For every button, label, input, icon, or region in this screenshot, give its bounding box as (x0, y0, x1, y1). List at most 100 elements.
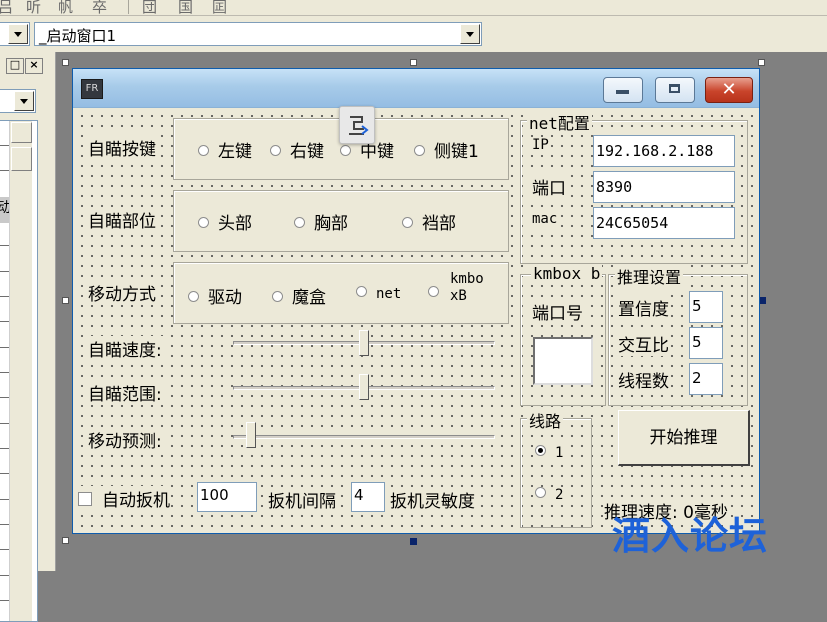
ip-input[interactable]: 192.168.2.188 (593, 135, 735, 167)
aim-key-label: 自瞄按键 (87, 135, 157, 160)
resize-handle[interactable] (410, 538, 417, 545)
radio-circle (356, 286, 367, 297)
close-icon[interactable]: × (25, 58, 43, 74)
property-scrollbar[interactable] (9, 121, 32, 621)
ip-label: IP (531, 137, 550, 153)
radio-circle (294, 217, 305, 228)
move-predict-track (233, 435, 495, 439)
minimize-button[interactable] (603, 77, 643, 103)
object-type-combo[interactable] (0, 22, 30, 46)
confidence-label: 置信度 (617, 295, 670, 320)
selected-property[interactable]: 动 (0, 197, 9, 223)
list-divider (0, 321, 9, 322)
close-button[interactable]: ✕ (705, 77, 753, 103)
list-divider (0, 347, 9, 348)
radio-kmbox-label-line2: xB (450, 288, 467, 304)
radio-chest[interactable]: 胸部 (294, 209, 348, 234)
iou-input[interactable]: 5 (689, 327, 723, 359)
radio-circle (428, 286, 439, 297)
property-combo[interactable] (0, 89, 36, 113)
net-config-title: net配置 (527, 110, 592, 134)
toolbar-item[interactable]: 団 (142, 0, 157, 15)
radio-head-label: 头部 (218, 214, 252, 234)
threads-input[interactable]: 2 (689, 363, 723, 395)
aim-range-slider[interactable] (359, 374, 369, 400)
radio-circle (272, 291, 283, 302)
list-divider (0, 245, 9, 246)
toolbar-item[interactable]: 听 (26, 0, 41, 15)
radio-driver[interactable]: 驱动 (188, 283, 242, 308)
port-input[interactable]: 8390 (593, 171, 735, 203)
toolbar-item[interactable]: 帆 (58, 0, 73, 15)
property-list[interactable]: 动 (0, 120, 38, 622)
radio-kmbox[interactable] (428, 283, 448, 303)
trigger-delay-input[interactable]: 100 (197, 482, 257, 512)
chevron-down-icon[interactable] (8, 24, 28, 44)
radio-side-key-label: 侧键1 (434, 142, 479, 162)
radio-route-2-label: 2 (555, 487, 564, 503)
list-divider (0, 448, 9, 449)
list-divider (0, 600, 9, 601)
property-panel: □ × 动 (0, 52, 56, 622)
resize-handle[interactable] (759, 297, 766, 304)
window-titlebar[interactable]: FR ✕ (73, 69, 759, 108)
resize-handle[interactable] (62, 59, 69, 66)
confidence-input[interactable]: 5 (689, 291, 723, 323)
kmbox-port-label: 端口号 (531, 299, 584, 324)
radio-circle (188, 291, 199, 302)
toolbar-item[interactable]: 吕 (0, 0, 13, 15)
start-inference-button[interactable]: 开始推理 (618, 410, 750, 466)
radio-circle (270, 145, 281, 156)
toolbar-item[interactable]: 卒 (92, 0, 107, 15)
list-divider (0, 296, 9, 297)
list-divider (0, 423, 9, 424)
radio-kmbox-label: kmbo xB (450, 271, 484, 305)
resize-handle[interactable] (758, 59, 765, 66)
floating-tool-button[interactable] (339, 106, 375, 144)
list-divider (0, 575, 9, 576)
auto-trigger-label: 自动扳机 (102, 491, 170, 511)
toolbar-item[interactable]: 国 (178, 0, 193, 15)
maximize-button[interactable] (655, 77, 695, 103)
radio-right-key[interactable]: 右键 (270, 137, 324, 162)
list-divider (0, 271, 9, 272)
mac-input[interactable]: 24C65054 (593, 207, 735, 239)
auto-trigger-checkbox[interactable]: 自动扳机 (77, 486, 171, 511)
net-config-group: net配置 IP 192.168.2.188 端口 8390 mac 24C65… (520, 110, 748, 264)
list-divider (0, 549, 9, 550)
radio-route-1[interactable]: 1 (535, 445, 564, 461)
chevron-down-icon[interactable] (460, 24, 480, 44)
toolbar-item[interactable]: 囸 (212, 0, 227, 15)
ide-toolbar: 吕 听 帆 卒 団 国 囸 (0, 0, 827, 16)
move-predict-slider[interactable] (245, 422, 256, 448)
chevron-up-icon[interactable] (11, 122, 32, 143)
radio-route-1-label: 1 (555, 445, 564, 461)
trigger-interval-input[interactable]: 4 (351, 482, 385, 512)
resize-handle[interactable] (62, 537, 69, 544)
radio-net[interactable]: net (356, 283, 402, 303)
form-selector-value: _启动窗口1 (39, 27, 117, 45)
pin-icon[interactable]: □ (6, 58, 24, 74)
radio-left-key[interactable]: 左键 (198, 137, 252, 162)
route-title: 线路 (527, 408, 564, 432)
scroll-thumb[interactable] (11, 147, 32, 171)
radio-circle (402, 217, 413, 228)
port-label: 端口 (531, 174, 567, 199)
radio-head[interactable]: 头部 (198, 209, 252, 234)
radio-crotch[interactable]: 裆部 (402, 209, 456, 234)
aim-speed-slider[interactable] (359, 330, 369, 356)
radio-route-2[interactable]: 2 (535, 487, 564, 503)
iou-label: 交互比 (617, 331, 670, 356)
mac-label: mac (531, 211, 559, 227)
form-selector-combo[interactable]: _启动窗口1 (34, 22, 482, 46)
radio-side-key[interactable]: 侧键1 (414, 137, 479, 162)
chevron-down-icon[interactable] (14, 91, 34, 111)
resize-handle[interactable] (62, 297, 69, 304)
kmbox-port-input[interactable] (533, 337, 593, 385)
checkbox-box (78, 492, 92, 506)
move-predict-label: 移动预测: (87, 427, 163, 452)
design-form-window: FR ✕ 自瞄按键 左键 右键 中键 侧键1 自瞄部位 头部 胸部 裆部 移动方… (72, 68, 760, 534)
radio-magic-box[interactable]: 魔盒 (272, 283, 326, 308)
resize-handle[interactable] (410, 59, 417, 66)
list-divider (0, 473, 9, 474)
